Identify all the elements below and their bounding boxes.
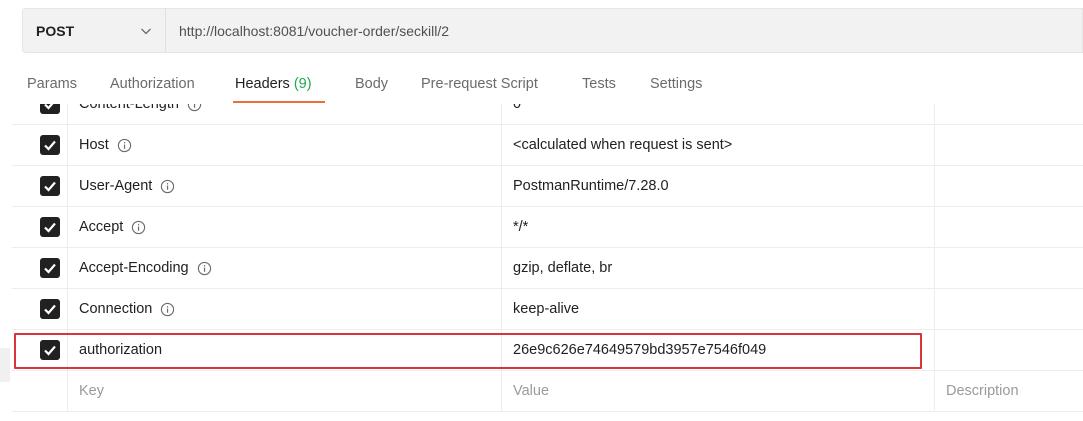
- header-key[interactable]: Host: [68, 125, 502, 165]
- header-value[interactable]: keep-alive: [502, 289, 935, 329]
- request-bar: POST http://localhost:8081/voucher-order…: [22, 8, 1083, 53]
- table-row: User-Agent PostmanRuntime/7.28.0: [12, 166, 1083, 207]
- table-row: Connection keep-alive: [12, 289, 1083, 330]
- row-checkbox[interactable]: [40, 217, 60, 237]
- headers-count-badge: (9): [293, 76, 312, 92]
- new-key-input[interactable]: Key: [68, 371, 502, 411]
- row-checkbox[interactable]: [40, 258, 60, 278]
- header-description[interactable]: [935, 330, 1083, 370]
- annotation-highlight-box: [14, 333, 922, 369]
- url-input[interactable]: http://localhost:8081/voucher-order/seck…: [165, 8, 1083, 53]
- checkmark-icon: [44, 263, 56, 274]
- header-value[interactable]: PostmanRuntime/7.28.0: [502, 166, 935, 206]
- table-row: Host <calculated when request is sent>: [12, 125, 1083, 166]
- row-checkbox[interactable]: [40, 135, 60, 155]
- tab-headers[interactable]: Headers (9): [235, 76, 312, 92]
- request-tabs: Params Authorization Headers (9) Body Pr…: [0, 66, 1083, 106]
- url-text: http://localhost:8081/voucher-order/seck…: [179, 22, 450, 39]
- checkmark-icon: [44, 222, 56, 233]
- checkmark-icon: [44, 304, 56, 315]
- chevron-down-icon: [141, 28, 151, 34]
- tab-body[interactable]: Body: [355, 76, 388, 92]
- header-value[interactable]: <calculated when request is sent>: [502, 125, 935, 165]
- table-row: Accept-Encoding gzip, deflate, br: [12, 248, 1083, 289]
- checkmark-icon: [44, 181, 56, 192]
- scroll-marker: [0, 348, 10, 382]
- header-value[interactable]: */*: [502, 207, 935, 247]
- tab-pre-request-script[interactable]: Pre-request Script: [421, 76, 538, 92]
- header-description[interactable]: [935, 289, 1083, 329]
- tab-settings[interactable]: Settings: [650, 76, 702, 92]
- new-description-input[interactable]: Description: [935, 371, 1083, 411]
- info-icon[interactable]: [117, 138, 132, 153]
- new-value-input[interactable]: Value: [502, 371, 935, 411]
- header-description[interactable]: [935, 166, 1083, 206]
- info-icon[interactable]: [160, 302, 175, 317]
- header-key[interactable]: User-Agent: [68, 166, 502, 206]
- header-value[interactable]: gzip, deflate, br: [502, 248, 935, 288]
- checkmark-icon: [44, 140, 56, 151]
- header-description[interactable]: [935, 248, 1083, 288]
- method-select[interactable]: POST: [22, 8, 165, 53]
- header-key[interactable]: Accept-Encoding: [68, 248, 502, 288]
- info-icon[interactable]: [160, 179, 175, 194]
- row-checkbox[interactable]: [40, 176, 60, 196]
- table-row-new: Key Value Description: [12, 371, 1083, 412]
- tab-params[interactable]: Params: [27, 76, 77, 92]
- header-key[interactable]: Connection: [68, 289, 502, 329]
- header-description[interactable]: [935, 125, 1083, 165]
- row-checkbox[interactable]: [40, 299, 60, 319]
- method-label: POST: [36, 22, 75, 39]
- table-row: Accept */*: [12, 207, 1083, 248]
- tab-authorization[interactable]: Authorization: [110, 76, 195, 92]
- header-key[interactable]: Accept: [68, 207, 502, 247]
- tab-tests[interactable]: Tests: [582, 76, 616, 92]
- info-icon[interactable]: [197, 261, 212, 276]
- active-tab-indicator: [233, 101, 325, 103]
- headers-table: Content-Length 0 Host <calculated when r…: [0, 84, 1083, 421]
- info-icon[interactable]: [131, 220, 146, 235]
- header-description[interactable]: [935, 207, 1083, 247]
